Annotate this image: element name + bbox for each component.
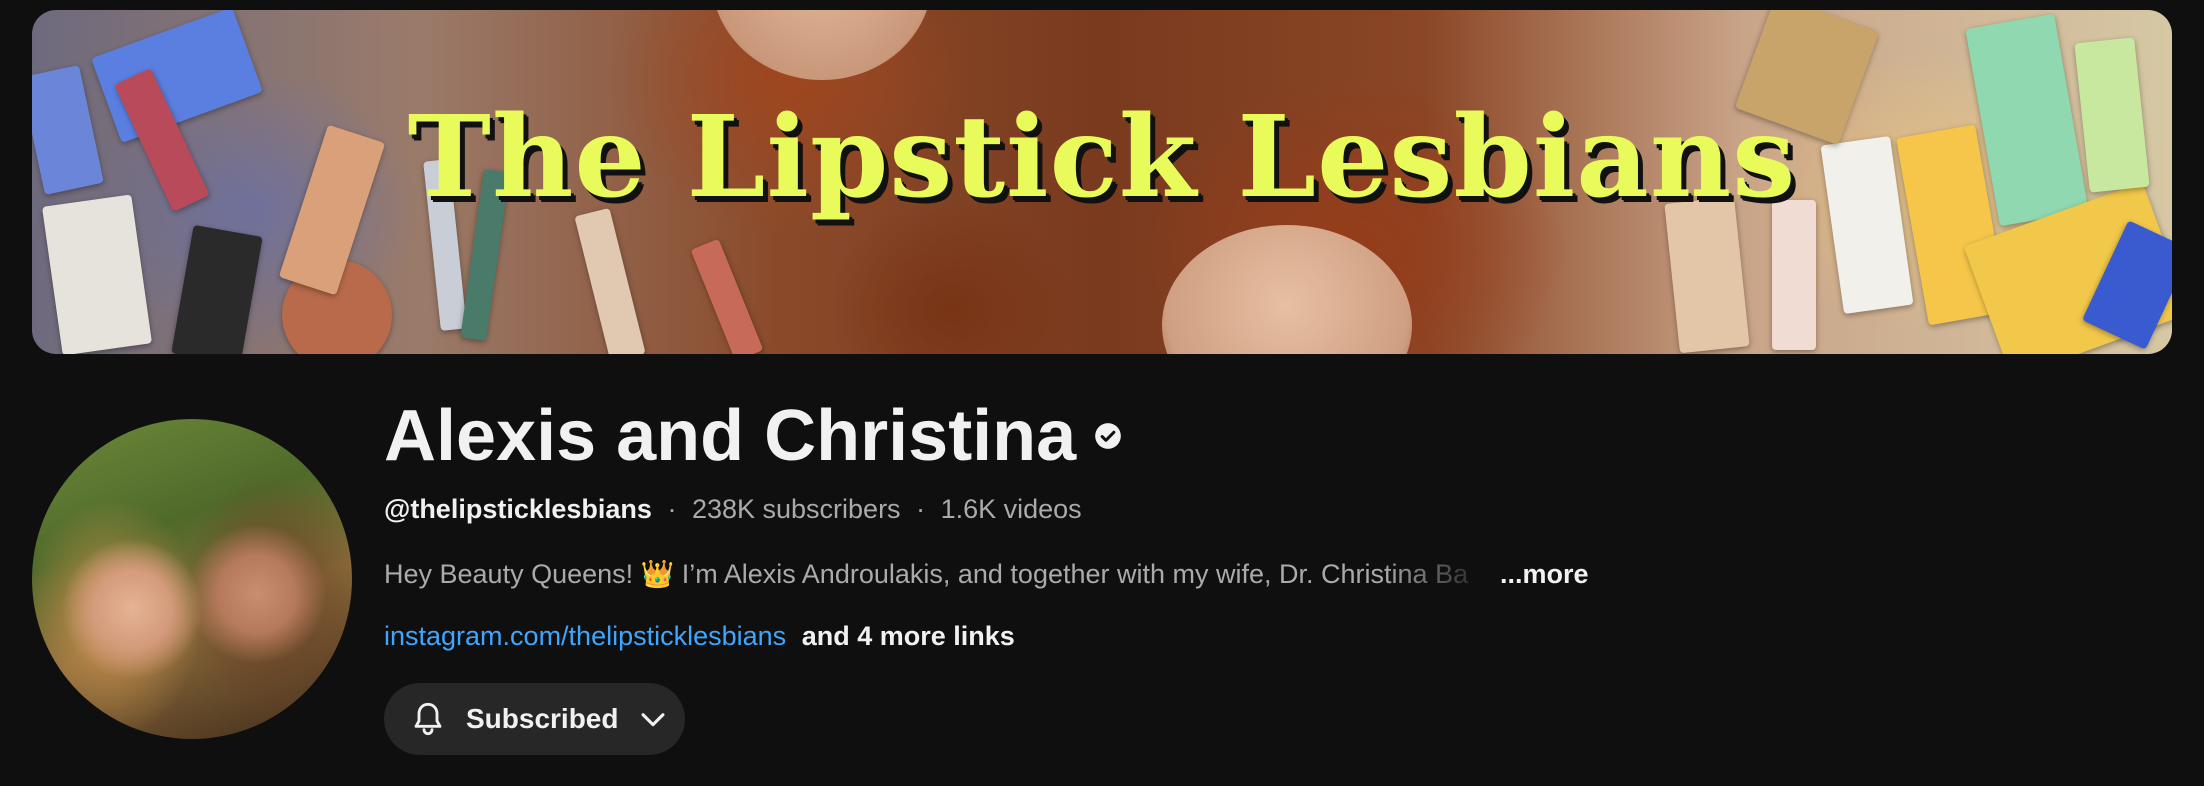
channel-name: Alexis and Christina (384, 396, 1077, 476)
subscriber-count: 238K subscribers (691, 494, 901, 524)
chevron-down-icon (642, 713, 665, 727)
channel-avatar[interactable] (32, 419, 352, 739)
banner-face (1162, 225, 1412, 354)
more-links-button[interactable]: and 4 more links (802, 621, 1015, 651)
meta-separator: · (916, 494, 926, 524)
bell-icon (414, 702, 442, 736)
channel-banner: The Lipstick Lesbians (32, 10, 2172, 354)
channel-links: instagram.com/thelipsticklesbians and 4 … (384, 621, 1015, 652)
banner-face (712, 10, 932, 80)
banner-title: The Lipstick Lesbians (407, 92, 1797, 223)
channel-meta: @thelipsticklesbians · 238K subscribers … (384, 494, 1082, 525)
verified-check-icon (1095, 423, 1122, 449)
banner-product (574, 207, 646, 354)
description-more-button[interactable]: ...more (1500, 559, 1589, 590)
channel-page: The Lipstick Lesbians Alexis and Christi… (0, 0, 2204, 786)
banner-product (171, 224, 263, 354)
channel-description[interactable]: Hey Beauty Queens! 👑 I’m Alexis Androula… (384, 558, 1589, 590)
subscribed-button[interactable]: Subscribed (384, 683, 685, 755)
subscribed-label: Subscribed (466, 703, 619, 734)
description-text: Hey Beauty Queens! 👑 I’m Alexis Androula… (384, 559, 1469, 589)
channel-handle: @thelipsticklesbians (384, 494, 652, 524)
video-count: 1.6K videos (940, 494, 1082, 524)
meta-separator: · (667, 494, 677, 524)
channel-name-row: Alexis and Christina (384, 395, 1122, 477)
banner-product (690, 238, 764, 354)
instagram-link[interactable]: instagram.com/thelipsticklesbians (384, 621, 786, 651)
